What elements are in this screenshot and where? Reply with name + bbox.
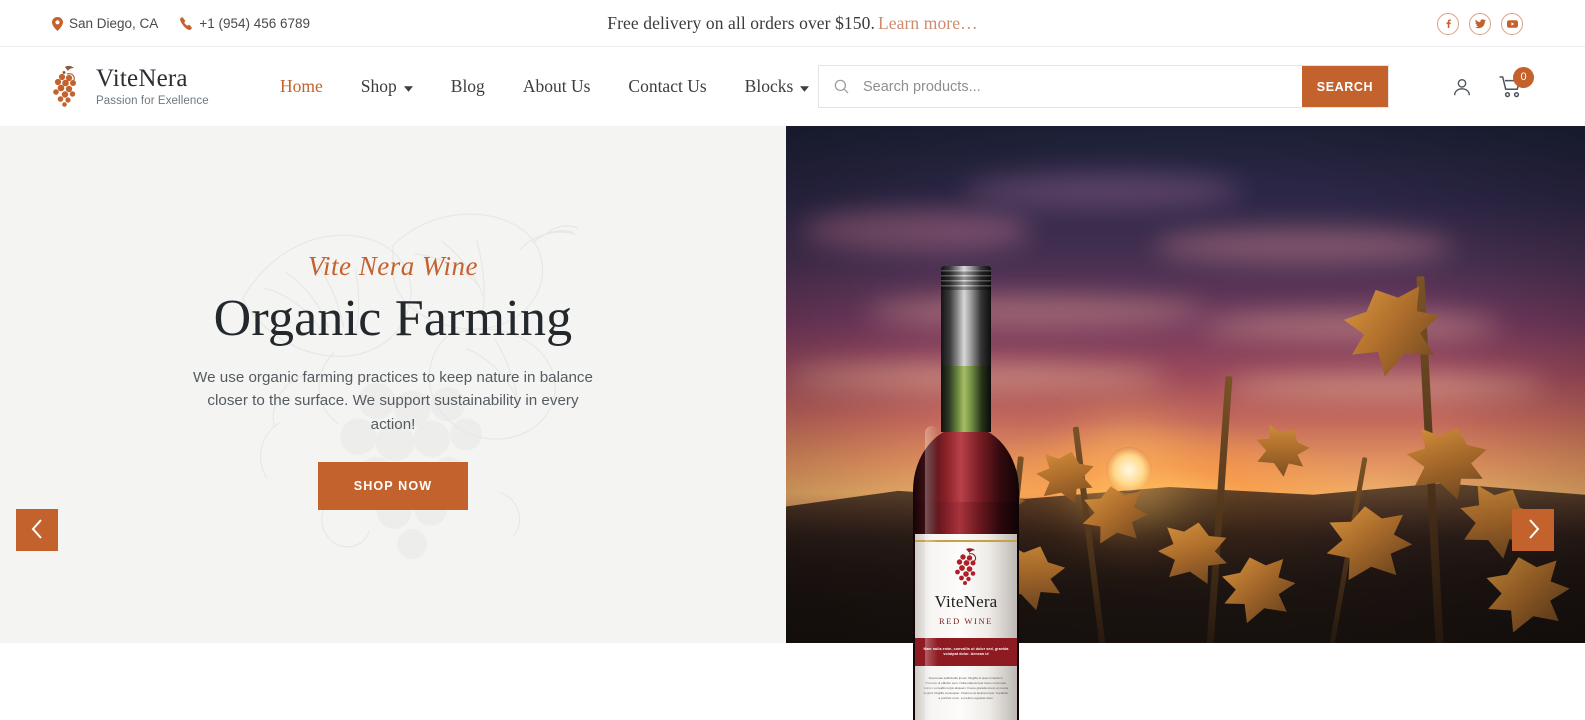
bottle-capsule (941, 266, 991, 366)
carousel-next-button[interactable] (1512, 509, 1554, 551)
nav-label: About Us (522, 75, 591, 96)
youtube-icon[interactable] (1501, 12, 1523, 35)
nav-item-blog[interactable]: Blog (432, 75, 504, 96)
top-bar-contact: San Diego, CA +1 (954) 456 6789 (52, 0, 310, 47)
hero-title: Organic Farming (213, 289, 573, 347)
shop-now-button[interactable]: SHOP NOW (317, 462, 469, 511)
nav-item-blocks[interactable]: Blocks (726, 75, 829, 96)
site-header: ViteNera Passion for Exellence Home Shop… (0, 47, 1585, 126)
chevron-left-icon (31, 518, 44, 542)
search-icon (819, 79, 863, 94)
logo-tagline: Passion for Exellence (96, 94, 209, 107)
phone-text: +1 (954) 456 6789 (199, 16, 311, 31)
nav-item-shop[interactable]: Shop (342, 75, 432, 96)
page-root: San Diego, CA +1 (954) 456 6789 Free del… (0, 0, 1585, 720)
location-info: San Diego, CA (52, 16, 158, 31)
logo-name: ViteNera (96, 65, 188, 93)
top-bar: San Diego, CA +1 (954) 456 6789 Free del… (0, 0, 1585, 47)
grape-cluster-icon (955, 548, 977, 585)
nav-label: Blog (450, 75, 485, 96)
nav-item-about-us[interactable]: About Us (504, 75, 610, 96)
nav-label: Home (280, 75, 323, 96)
shopping-cart-icon[interactable]: 0 (1499, 66, 1534, 98)
promo-text: Free delivery on all orders over $150. (607, 13, 875, 33)
hero-carousel: Vite Nera Wine Organic Farming We use or… (0, 126, 1585, 720)
search-button[interactable]: SEARCH (1302, 66, 1388, 107)
location-text: San Diego, CA (69, 16, 159, 31)
map-pin-icon (52, 16, 63, 31)
hero-text-panel: Vite Nera Wine Organic Farming We use or… (0, 126, 786, 643)
phone-info[interactable]: +1 (954) 456 6789 (180, 16, 310, 31)
bottle-label-type: RED WINE (939, 616, 993, 626)
social-links (1437, 0, 1523, 47)
bottle-label-band: Nam nulla enim, convallis ut dolor sed, … (915, 638, 1017, 666)
facebook-icon[interactable] (1437, 12, 1459, 35)
main-navigation: Home Shop Blog About Us Contact Us Block… (261, 75, 829, 96)
hero-eyebrow: Vite Nera Wine (308, 250, 478, 281)
nav-item-home[interactable]: Home (261, 75, 342, 96)
nav-label: Blocks (744, 75, 794, 96)
bottle-label-paragraph: Maecenas sollicitudin ipsum fringilla id… (923, 676, 1009, 701)
grape-cluster-icon (53, 65, 76, 107)
header-actions: 0 (1451, 66, 1534, 98)
promo-learn-more-link[interactable]: Learn more… (878, 13, 978, 33)
site-logo[interactable]: ViteNera Passion for Exellence (45, 65, 209, 109)
phone-icon (180, 17, 193, 30)
twitter-icon[interactable] (1469, 12, 1491, 35)
bottle-label: ViteNera RED WINE Nam nulla enim, conval… (915, 534, 1017, 720)
cart-count-badge: 0 (1513, 66, 1534, 88)
user-account-icon[interactable] (1451, 76, 1473, 98)
hero-description: We use organic farming practices to keep… (193, 368, 593, 433)
wine-bottle-product-image: ViteNera RED WINE Nam nulla enim, conval… (903, 266, 1028, 720)
chevron-down-icon (403, 78, 413, 96)
carousel-prev-button[interactable] (16, 509, 58, 551)
nav-label: Shop (360, 75, 397, 96)
nav-item-contact-us[interactable]: Contact Us (609, 75, 725, 96)
bottle-label-band-text: Nam nulla enim, convallis ut dolor sed, … (923, 646, 1009, 656)
chevron-down-icon (800, 78, 810, 96)
search-input[interactable] (863, 66, 1302, 107)
chevron-right-icon (1527, 518, 1540, 542)
nav-label: Contact Us (628, 75, 707, 96)
bottle-label-name: ViteNera (934, 592, 998, 611)
product-search: SEARCH (818, 65, 1389, 108)
